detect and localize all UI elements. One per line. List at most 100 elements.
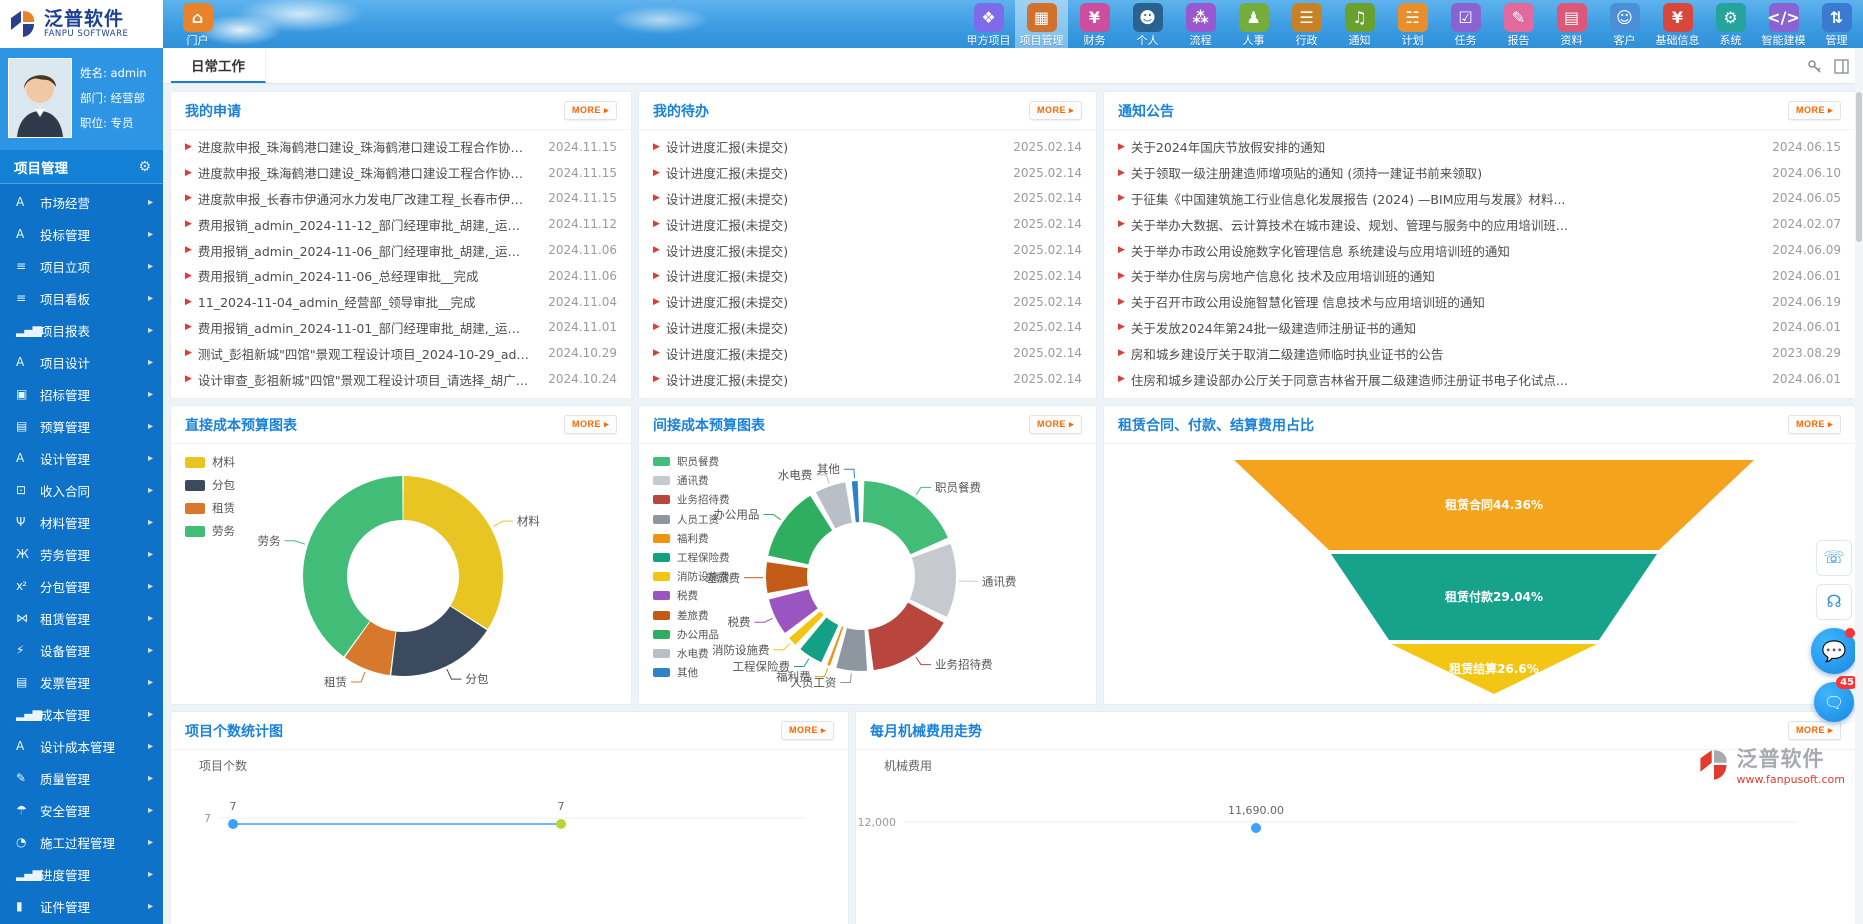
sidebar-item-bidding[interactable]: A投标管理▸ — [0, 218, 163, 250]
more-button[interactable]: MORE ▸ — [564, 415, 617, 434]
list-item[interactable]: ▶关于2024年国庆节放假安排的通知2024.06.15 — [1118, 134, 1841, 160]
legend-item[interactable]: 工程保险费 — [653, 550, 730, 565]
sidebar-item-quality[interactable]: ✎质量管理▸ — [0, 762, 163, 794]
list-item[interactable]: ▶设计进度汇报(未提交)2025.02.14 — [653, 340, 1082, 366]
sidebar-item-invoice[interactable]: ▤发票管理▸ — [0, 666, 163, 698]
legend-item[interactable]: 租赁 — [185, 500, 235, 516]
sidebar-item-project-board[interactable]: ≡项目看板▸ — [0, 282, 163, 314]
customer-service-icon[interactable]: 💬 — [1811, 628, 1857, 674]
list-item[interactable]: ▶费用报销_admin_2024-11-12_部门经理审批_胡建,_运行中202… — [185, 211, 617, 237]
more-button[interactable]: MORE ▸ — [1788, 101, 1841, 120]
top-nav-item-smart-modeling[interactable]: </>智能建模 — [1757, 0, 1810, 48]
sidebar-item-project-initiation[interactable]: ≡项目立项▸ — [0, 250, 163, 282]
list-item[interactable]: ▶进度款申报_珠海鹤港口建设_珠海鹤港口建设工程合作协议书_admin_...2… — [185, 160, 617, 186]
gear-icon[interactable]: ⚙ — [138, 159, 151, 175]
sidebar-item-tender[interactable]: ▣招标管理▸ — [0, 378, 163, 410]
legend-item[interactable]: 人员工资 — [653, 512, 730, 527]
list-item[interactable]: ▶关于召开市政公用设施智慧化管理 信息技术与应用培训班的通知2024.06.19 — [1118, 289, 1841, 315]
legend-item[interactable]: 消防设施费 — [653, 569, 730, 584]
legend-item[interactable]: 福利费 — [653, 531, 730, 546]
more-button[interactable]: MORE ▸ — [781, 721, 834, 740]
legend-item[interactable]: 水电费 — [653, 646, 730, 661]
sidebar-item-income-contract[interactable]: ⊡收入合同▸ — [0, 474, 163, 506]
sidebar-item-equipment[interactable]: ⚡设备管理▸ — [0, 634, 163, 666]
sidebar-item-project-report[interactable]: ▂▄▆项目报表▸ — [0, 314, 163, 346]
donut-slice-差旅费[interactable] — [766, 562, 808, 593]
list-item[interactable]: ▶进度款申报_珠海鹤港口建设_珠海鹤港口建设工程合作协议书_admin_...2… — [185, 134, 617, 160]
sidebar-item-construction-process[interactable]: ◔施工过程管理▸ — [0, 826, 163, 858]
sidebar-item-schedule[interactable]: ▂▄▆进度管理▸ — [0, 858, 163, 890]
sidebar-item-project-design[interactable]: A项目设计▸ — [0, 346, 163, 378]
list-item[interactable]: ▶费用报销_admin_2024-11-06_部门经理审批_胡建,_运行中202… — [185, 237, 617, 263]
list-item[interactable]: ▶设计进度汇报(未提交)2025.02.14 — [653, 237, 1082, 263]
top-nav-item-report[interactable]: ✎报告 — [1492, 0, 1545, 48]
list-item[interactable]: ▶设计进度汇报(未提交)2025.02.14 — [653, 315, 1082, 341]
legend-item[interactable]: 差旅费 — [653, 608, 730, 623]
sidebar-item-market[interactable]: A市场经营▸ — [0, 186, 163, 218]
top-nav-item-project-management[interactable]: ▦项目管理 — [1015, 0, 1068, 48]
top-nav-item-hr[interactable]: ♟人事 — [1227, 0, 1280, 48]
list-item[interactable]: ▶设计审查_彭祖新城"四馆"景观工程设计项目_请选择_胡广生_2024-10-2… — [185, 366, 617, 392]
data-point-marker[interactable] — [228, 819, 238, 829]
legend-item[interactable]: 其他 — [653, 665, 730, 680]
more-button[interactable]: MORE ▸ — [564, 101, 617, 120]
donut-slice-劳务[interactable] — [303, 476, 403, 656]
list-item[interactable]: ▶费用报销_admin_2024-11-06_总经理审批__完成2024.11.… — [185, 263, 617, 289]
top-nav-item-customer[interactable]: ☺客户 — [1598, 0, 1651, 48]
top-nav-item-portal-home[interactable]: ⌂门户 — [171, 0, 224, 48]
list-item[interactable]: ▶费用报销_admin_2024-11-01_部门经理审批_胡建,_运行中202… — [185, 315, 617, 341]
legend-item[interactable]: 职员餐费 — [653, 454, 730, 469]
legend-item[interactable]: 劳务 — [185, 523, 235, 539]
list-item[interactable]: ▶设计进度汇报(未提交)2025.02.14 — [653, 186, 1082, 212]
top-nav-item-plan[interactable]: ☵计划 — [1386, 0, 1439, 48]
legend-item[interactable]: 通讯费 — [653, 473, 730, 488]
top-nav-item-administration[interactable]: ☰行政 — [1280, 0, 1333, 48]
list-item[interactable]: ▶房和城乡建设厅关于取消二级建造师临时执业证书的公告2023.08.29 — [1118, 340, 1841, 366]
list-item[interactable]: ▶关于举办市政公用设施数字化管理信息 系统建设与应用培训班的通知2024.06.… — [1118, 237, 1841, 263]
list-item[interactable]: ▶关于发放2024年第24批一级建造师注册证书的通知2024.06.01 — [1118, 315, 1841, 341]
expand-panel-icon[interactable] — [1834, 59, 1849, 74]
donut-slice-材料[interactable] — [403, 476, 503, 629]
list-item[interactable]: ▶于征集《中国建筑施工行业信息化发展报告 (2024) —BIM应用与发展》材料… — [1118, 186, 1841, 212]
top-nav-item-system[interactable]: ⚙系统 — [1704, 0, 1757, 48]
sidebar-item-design-cost[interactable]: A设计成本管理▸ — [0, 730, 163, 762]
list-item[interactable]: ▶设计进度汇报(未提交)2025.02.14 — [653, 160, 1082, 186]
list-item[interactable]: ▶设计进度汇报(未提交)2025.02.14 — [653, 211, 1082, 237]
legend-item[interactable]: 分包 — [185, 477, 235, 493]
more-button[interactable]: MORE ▸ — [1788, 415, 1841, 434]
key-icon[interactable] — [1807, 59, 1822, 74]
top-nav-item-personal[interactable]: ☻个人 — [1121, 0, 1174, 48]
more-button[interactable]: MORE ▸ — [1029, 101, 1082, 120]
legend-item[interactable]: 业务招待费 — [653, 492, 730, 507]
legend-item[interactable]: 税费 — [653, 588, 730, 603]
donut-slice-通讯费[interactable] — [910, 544, 956, 617]
sidebar-item-safety[interactable]: ☂安全管理▸ — [0, 794, 163, 826]
list-item[interactable]: ▶关于举办住房与房地产信息化 技术及应用培训班的通知2024.06.01 — [1118, 263, 1841, 289]
sidebar-item-labor[interactable]: Ж劳务管理▸ — [0, 538, 163, 570]
legend-item[interactable]: 材料 — [185, 454, 235, 470]
top-nav-item-document[interactable]: ▤资料 — [1545, 0, 1598, 48]
list-item[interactable]: ▶设计进度汇报(未提交)2025.02.14 — [653, 263, 1082, 289]
more-button[interactable]: MORE ▸ — [1029, 415, 1082, 434]
list-item[interactable]: ▶住房和城乡建设部办公厅关于同意吉林省开展二级建造师注册证书电子化试点...20… — [1118, 366, 1841, 392]
tab-daily-work[interactable]: 日常工作 — [171, 48, 266, 83]
list-item[interactable]: ▶进度款申报_长春市伊通河水力发电厂改建工程_长春市伊通河水力发电...2024… — [185, 186, 617, 212]
more-button[interactable]: MORE ▸ — [1788, 721, 1841, 740]
sidebar-item-material[interactable]: Ψ材料管理▸ — [0, 506, 163, 538]
sidebar-item-lease[interactable]: ⋈租赁管理▸ — [0, 602, 163, 634]
top-nav-item-task[interactable]: ☑任务 — [1439, 0, 1492, 48]
donut-slice-其他[interactable] — [852, 481, 859, 522]
sidebar-item-subcontract[interactable]: x²分包管理▸ — [0, 570, 163, 602]
vertical-scrollbar[interactable] — [1855, 48, 1863, 924]
data-point-marker[interactable] — [556, 819, 566, 829]
list-item[interactable]: ▶测试_彭祖新城"四馆"景观工程设计项目_2024-10-29_admin_结束… — [185, 340, 617, 366]
donut-slice-人员工资[interactable] — [836, 628, 867, 671]
top-nav-item-basic-info[interactable]: ¥基础信息 — [1651, 0, 1704, 48]
top-nav-item-owner-project[interactable]: ❖甲方项目 — [962, 0, 1015, 48]
top-nav-item-notification[interactable]: ♫通知 — [1333, 0, 1386, 48]
list-item[interactable]: ▶11_2024-11-04_admin_经营部_领导审批__完成2024.11… — [185, 289, 617, 315]
sidebar-item-certificate[interactable]: ▮证件管理▸ — [0, 890, 163, 922]
top-nav-item-management[interactable]: ⇅管理 — [1810, 0, 1863, 48]
donut-slice-办公用品[interactable] — [768, 496, 832, 565]
list-item[interactable]: ▶设计进度汇报(未提交)2025.02.14 — [653, 366, 1082, 392]
